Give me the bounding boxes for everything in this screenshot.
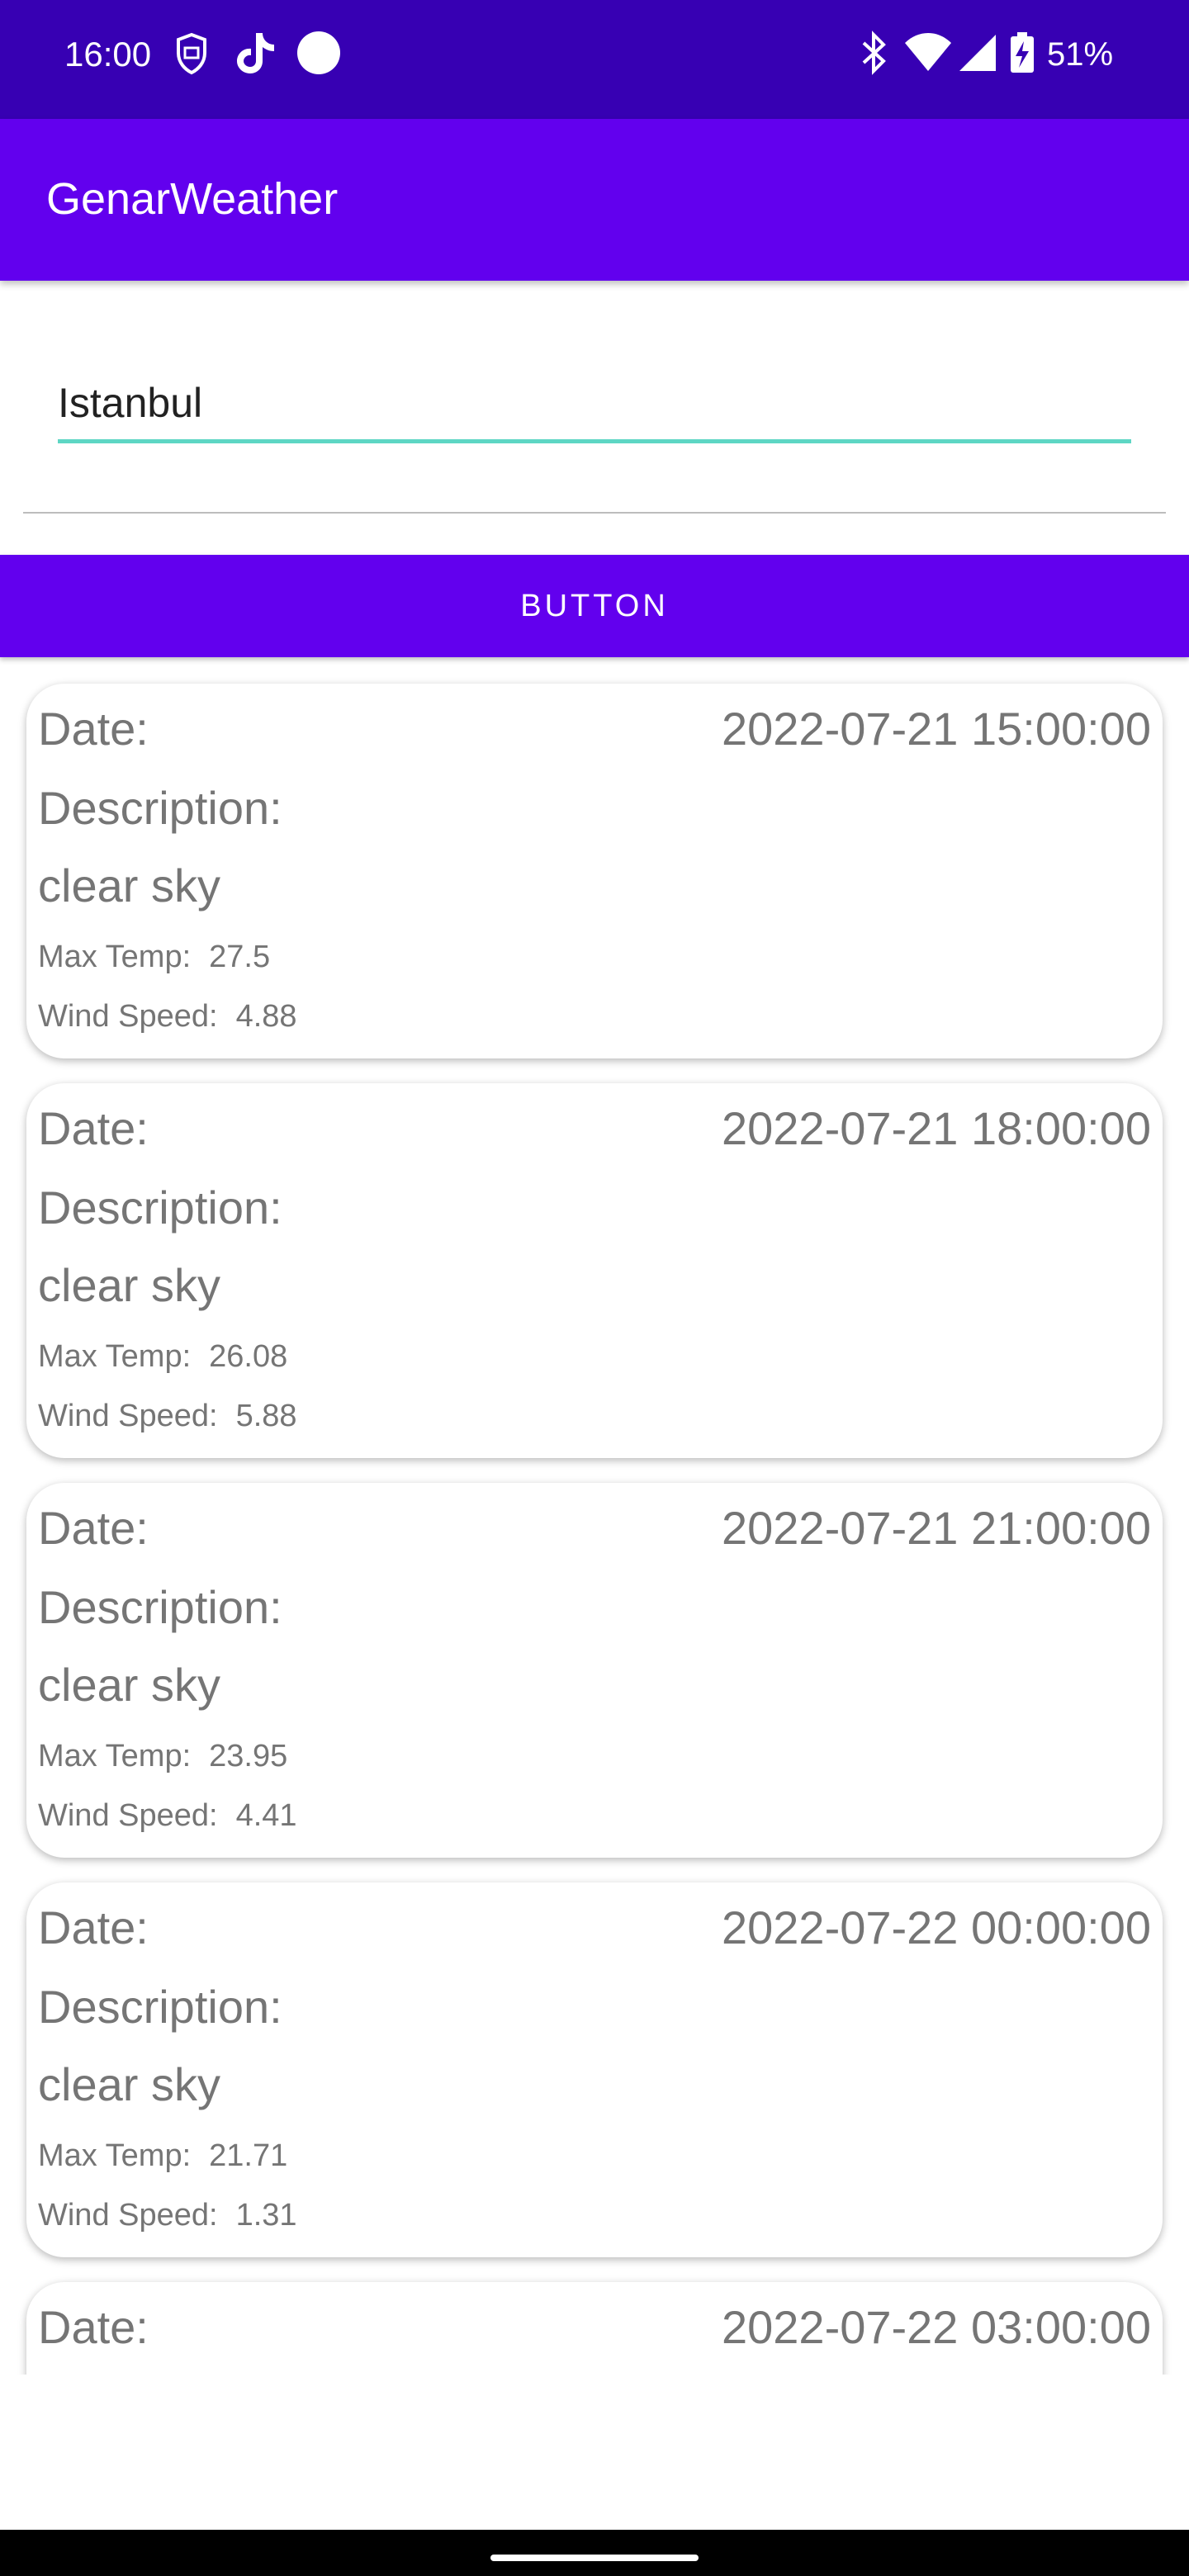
wind-speed-label: Wind Speed: xyxy=(38,999,218,1034)
max-temp-row: Max Temp: 26.08 xyxy=(38,1336,287,1377)
max-temp-value: 21.71 xyxy=(209,2138,288,2173)
date-value: 2022-07-21 15:00:00 xyxy=(722,703,1151,755)
max-temp-value: 23.95 xyxy=(209,1739,288,1773)
divider xyxy=(23,512,1166,514)
description-label: Description: xyxy=(38,782,282,834)
shield-icon xyxy=(175,30,208,80)
date-value: 2022-07-21 21:00:00 xyxy=(722,1502,1151,1554)
max-temp-value: 26.08 xyxy=(209,1339,288,1374)
date-label: Date: xyxy=(38,1901,149,1953)
wifi-icon xyxy=(903,30,953,80)
description-value: clear sky xyxy=(38,2058,220,2110)
date-value: 2022-07-22 00:00:00 xyxy=(722,1901,1151,1953)
max-temp-label: Max Temp: xyxy=(38,2138,192,2173)
app-bar: GenarWeather xyxy=(0,119,1189,281)
max-temp-label: Max Temp: xyxy=(38,1339,192,1374)
description-label: Description: xyxy=(38,1181,282,1234)
wind-speed-row: Wind Speed: 1.31 xyxy=(38,2195,297,2236)
date-label: Date: xyxy=(38,1102,149,1154)
max-temp-row: Max Temp: 21.71 xyxy=(38,2135,287,2176)
wind-speed-label: Wind Speed: xyxy=(38,1399,218,1433)
wind-speed-value: 4.88 xyxy=(235,999,297,1034)
search-button[interactable]: BUTTON xyxy=(0,555,1189,657)
date-label: Date: xyxy=(38,703,149,755)
description-label: Description: xyxy=(38,1581,282,1633)
wind-speed-label: Wind Speed: xyxy=(38,1798,218,1833)
wind-speed-row: Wind Speed: 5.88 xyxy=(38,1395,297,1437)
max-temp-row: Max Temp: 23.95 xyxy=(38,1735,287,1777)
max-temp-label: Max Temp: xyxy=(38,1739,192,1773)
city-input[interactable] xyxy=(58,363,1131,443)
forecast-card[interactable]: Date: 2022-07-21 15:00:00 Description: c… xyxy=(26,684,1163,1058)
wind-speed-value: 4.41 xyxy=(235,1798,297,1833)
signal-icon xyxy=(958,30,997,80)
wind-speed-value: 1.31 xyxy=(235,2198,297,2233)
forecast-card[interactable]: Date: 2022-07-21 21:00:00 Description: c… xyxy=(26,1483,1163,1858)
battery-charging-icon xyxy=(1007,30,1037,80)
wind-speed-label: Wind Speed: xyxy=(38,2198,218,2233)
max-temp-row: Max Temp: 27.5 xyxy=(38,936,270,978)
app-title: GenarWeather xyxy=(46,174,339,224)
input-underline xyxy=(58,439,1131,443)
forecast-card[interactable]: Date: 2022-07-21 18:00:00 Description: c… xyxy=(26,1083,1163,1458)
description-value: clear sky xyxy=(38,1659,220,1711)
home-gesture-handle[interactable] xyxy=(490,2555,699,2561)
navigation-bar xyxy=(0,2530,1189,2576)
status-time: 16:00 xyxy=(64,35,152,73)
bluetooth-icon xyxy=(855,30,892,80)
max-temp-value: 27.5 xyxy=(209,940,271,974)
wind-speed-row: Wind Speed: 4.88 xyxy=(38,996,297,1037)
date-value: 2022-07-22 03:00:00 xyxy=(722,2301,1151,2353)
description-value: clear sky xyxy=(38,1259,220,1311)
battery-percent: 51% xyxy=(1047,36,1114,73)
forecast-card[interactable]: Date: 2022-07-22 00:00:00 Description: c… xyxy=(26,1882,1163,2257)
wind-speed-row: Wind Speed: 4.41 xyxy=(38,1795,297,1836)
tiktok-icon xyxy=(233,30,276,80)
description-label: Description: xyxy=(38,1981,282,2033)
date-label: Date: xyxy=(38,2301,149,2353)
forecast-list[interactable]: Date: 2022-07-21 15:00:00 Description: c… xyxy=(0,657,1189,2375)
circle-icon xyxy=(296,30,342,80)
description-value: clear sky xyxy=(38,859,220,912)
date-label: Date: xyxy=(38,1502,149,1554)
date-value: 2022-07-21 18:00:00 xyxy=(722,1102,1151,1154)
max-temp-label: Max Temp: xyxy=(38,940,192,974)
forecast-card[interactable]: Date: 2022-07-22 03:00:00 xyxy=(26,2282,1163,2375)
status-bar: 16:00 51% xyxy=(0,0,1189,119)
wind-speed-value: 5.88 xyxy=(235,1399,297,1433)
